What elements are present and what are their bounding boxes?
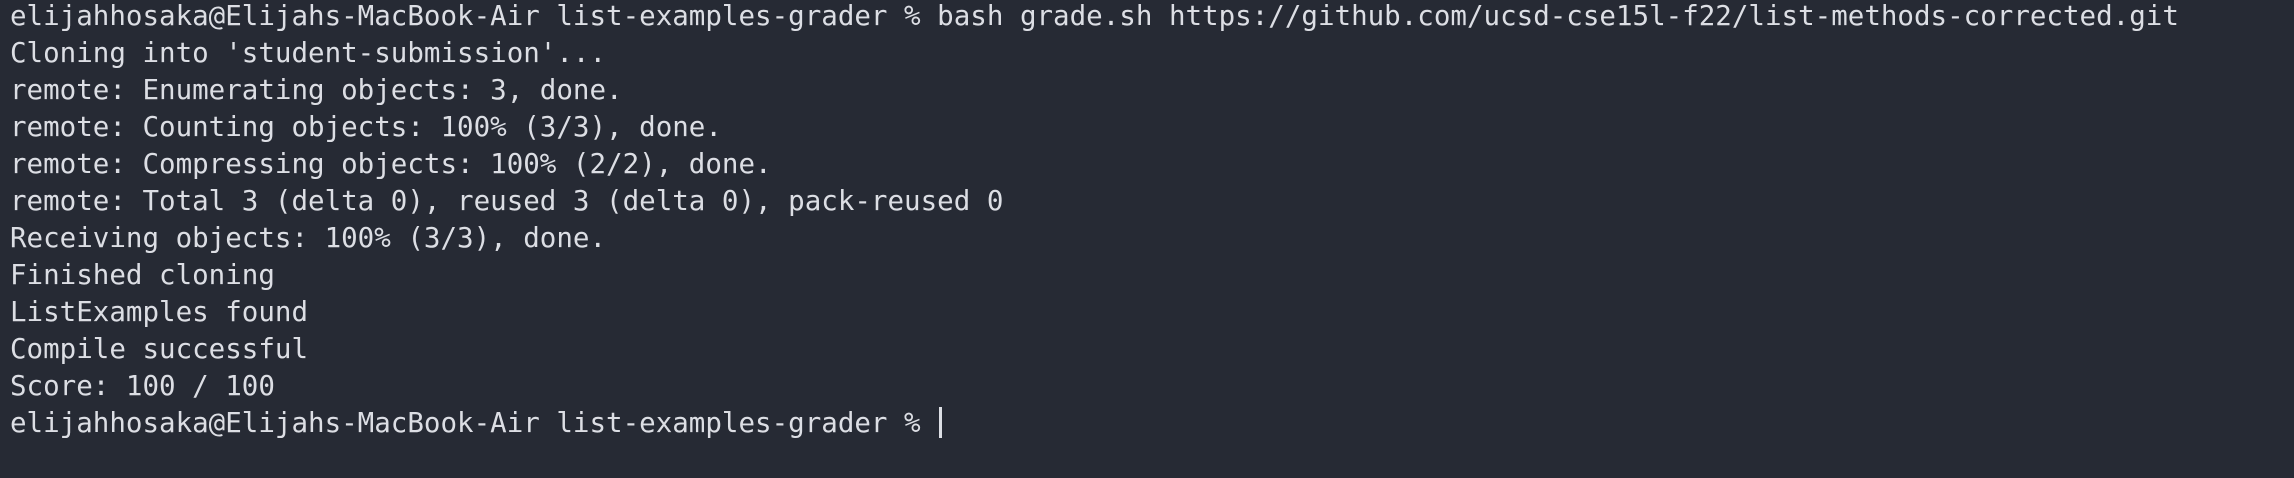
terminal-prompt-line[interactable]: elijahhosaka@Elijahs-MacBook-Air list-ex… <box>10 405 2179 442</box>
terminal-line: remote: Counting objects: 100% (3/3), do… <box>10 111 722 143</box>
terminal-line: Receiving objects: 100% (3/3), done. <box>10 222 607 254</box>
terminal-output: elijahhosaka@Elijahs-MacBook-Air list-ex… <box>10 0 2179 442</box>
terminal-line: remote: Enumerating objects: 3, done. <box>10 74 623 106</box>
terminal-line: remote: Total 3 (delta 0), reused 3 (del… <box>10 185 1004 217</box>
terminal-line: Cloning into 'student-submission'... <box>10 37 607 69</box>
terminal-line: ListExamples found <box>10 296 309 328</box>
terminal-line: Score: 100 / 100 <box>10 370 275 402</box>
terminal-line: Compile successful <box>10 333 309 365</box>
shell-prompt: elijahhosaka@Elijahs-MacBook-Air list-ex… <box>10 407 938 439</box>
terminal-window[interactable]: elijahhosaka@Elijahs-MacBook-Air list-ex… <box>0 0 2294 478</box>
terminal-line: Finished cloning <box>10 259 275 291</box>
text-cursor <box>939 407 943 438</box>
terminal-line: remote: Compressing objects: 100% (2/2),… <box>10 148 772 180</box>
terminal-line-command: elijahhosaka@Elijahs-MacBook-Air list-ex… <box>10 0 2179 32</box>
